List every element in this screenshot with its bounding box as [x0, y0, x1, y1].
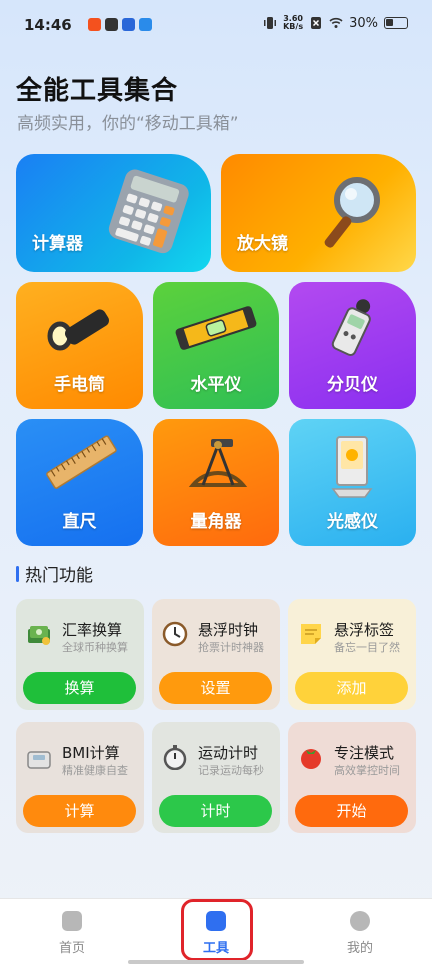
tool-tile-level[interactable]: 水平仪 — [153, 282, 279, 409]
section-header: 热门功能 — [16, 561, 93, 586]
tool-tile-decibel[interactable]: 分贝仪 — [289, 282, 416, 409]
battery-icon — [384, 17, 408, 29]
feature-card-bmi[interactable]: BMI计算 精准健康自查 计算 — [16, 722, 144, 833]
sextant-icon — [188, 439, 248, 487]
feature-card-focus-mode[interactable]: 专注模式 高效掌控时间 开始 — [288, 722, 416, 833]
calculate-button[interactable]: 计算 — [23, 795, 136, 827]
status-time: 14:46 — [24, 16, 72, 34]
notification-icon — [122, 18, 135, 31]
light-meter-icon — [331, 436, 373, 498]
feature-card-floating-note[interactable]: 悬浮标签 备忘一目了然 添加 — [288, 599, 416, 710]
tool-tile-flashlight[interactable]: 手电筒 — [16, 282, 143, 409]
decibel-meter-icon — [331, 299, 371, 356]
start-button[interactable]: 开始 — [295, 795, 408, 827]
notification-icon — [88, 18, 101, 31]
feature-desc: 备忘一目了然 — [334, 641, 400, 654]
feature-name: 悬浮时钟 — [198, 621, 259, 639]
notification-icon — [139, 18, 152, 31]
profile-icon — [350, 911, 370, 931]
page-subtitle: 高频实用，你的“移动工具箱” — [17, 114, 239, 134]
feature-name: 汇率换算 — [62, 621, 123, 639]
section-accent-bar — [16, 565, 19, 582]
feature-name: 专注模式 — [334, 744, 395, 762]
feature-card-exchange[interactable]: 汇率换算 全球币种换算 换算 — [16, 599, 144, 710]
tool-label: 计算器 — [32, 234, 83, 254]
tool-label: 手电筒 — [54, 375, 105, 395]
feature-name: 悬浮标签 — [334, 621, 395, 639]
ruler-icon — [46, 435, 117, 489]
battery-percent: 30% — [349, 15, 378, 31]
feature-name: 运动计时 — [198, 744, 259, 762]
clock-icon — [162, 621, 188, 647]
tomato-icon — [301, 749, 321, 769]
nav-item-home[interactable]: 首页 — [42, 911, 102, 956]
convert-button[interactable]: 换算 — [23, 672, 136, 704]
feature-desc: 高效掌控时间 — [334, 764, 400, 777]
nav-item-mine[interactable]: 我的 — [330, 911, 390, 956]
tool-tile-protractor[interactable]: 量角器 — [153, 419, 279, 546]
level-icon — [175, 306, 257, 350]
tool-label: 放大镜 — [237, 234, 288, 254]
speed-unit: KB/s — [283, 22, 304, 31]
nav-label: 我的 — [346, 941, 373, 956]
feature-card-floating-clock[interactable]: 悬浮时钟 抢票计时神器 设置 — [152, 599, 280, 710]
sticky-note-icon — [301, 624, 321, 644]
feature-card-sports-timer[interactable]: 运动计时 记录运动每秒 计时 — [152, 722, 280, 833]
notification-icons — [88, 18, 152, 31]
feature-name: BMI计算 — [62, 744, 120, 762]
tool-tile-magnifier[interactable]: 放大镜 — [221, 154, 416, 272]
settings-button[interactable]: 设置 — [159, 672, 272, 704]
wifi-icon — [329, 17, 343, 28]
no-sim-icon — [311, 17, 322, 29]
network-speed: 3.60 KB/s — [283, 15, 303, 31]
tool-label: 分贝仪 — [327, 375, 378, 395]
tool-tile-calculator[interactable]: 计算器 — [16, 154, 211, 272]
vibrate-icon — [264, 17, 277, 29]
tool-label: 量角器 — [190, 512, 242, 532]
tool-tile-light-meter[interactable]: 光感仪 — [289, 419, 416, 546]
stopwatch-icon — [163, 745, 187, 770]
home-indicator — [128, 960, 304, 964]
tool-label: 光感仪 — [327, 512, 378, 532]
section-title: 热门功能 — [25, 566, 93, 586]
tool-tile-ruler[interactable]: 直尺 — [16, 419, 143, 546]
flashlight-icon — [47, 309, 110, 351]
tool-label: 直尺 — [62, 512, 97, 532]
money-icon — [28, 626, 50, 645]
scale-icon — [27, 751, 51, 769]
notification-icon — [105, 18, 118, 31]
nav-label: 首页 — [58, 941, 85, 956]
page-title: 全能工具集合 — [16, 76, 179, 106]
feature-desc: 精准健康自查 — [62, 764, 128, 777]
feature-desc: 全球币种换算 — [62, 641, 128, 654]
timer-button[interactable]: 计时 — [159, 795, 272, 827]
lock-icon — [62, 911, 82, 931]
add-button[interactable]: 添加 — [295, 672, 408, 704]
feature-desc: 记录运动每秒 — [198, 764, 264, 777]
feature-desc: 抢票计时神器 — [198, 641, 264, 654]
active-tab-highlight — [181, 899, 253, 961]
tool-label: 水平仪 — [190, 375, 242, 395]
status-bar: 14:46 3.60 KB/s 30% — [0, 0, 432, 52]
